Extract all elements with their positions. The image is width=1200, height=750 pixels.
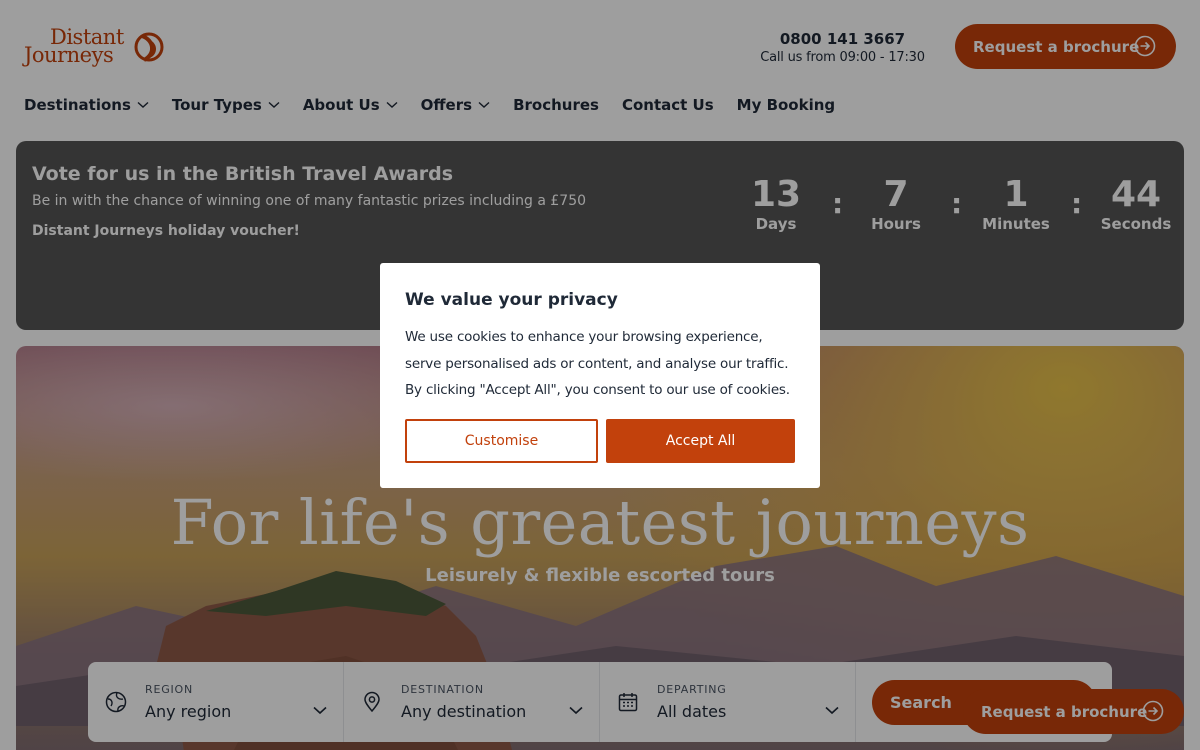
- cookie-dialog-text: We use cookies to enhance your browsing …: [405, 329, 790, 398]
- accept-all-button[interactable]: Accept All: [606, 419, 795, 463]
- cookie-consent-dialog: We value your privacy We use cookies to …: [380, 263, 820, 488]
- customise-button[interactable]: Customise: [405, 419, 598, 463]
- cookie-dialog-title: We value your privacy: [405, 290, 618, 310]
